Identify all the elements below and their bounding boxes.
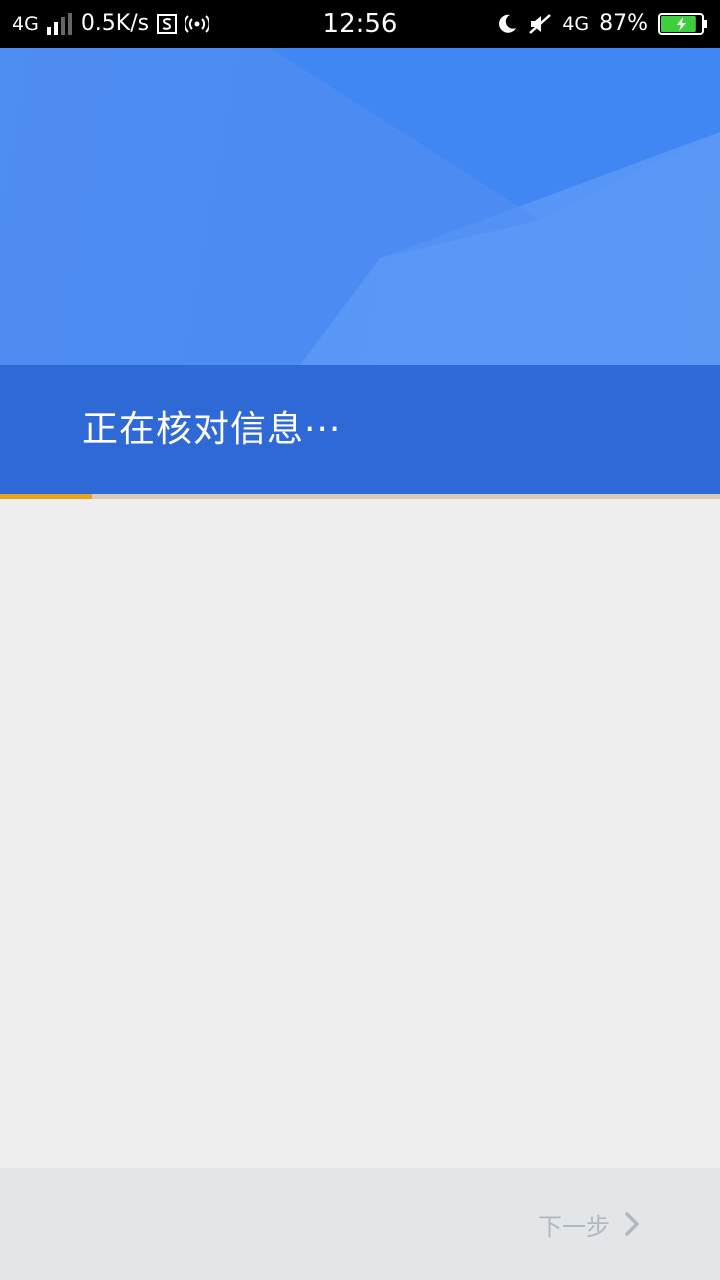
network-type-label: 4G [12,13,39,35]
moon-icon [496,13,518,35]
footer-bar: 下一步 [0,1168,720,1280]
battery-charging-icon [658,13,708,35]
hotspot-icon [185,14,210,34]
network-type-right-label: 4G [562,13,590,35]
mute-icon [528,13,552,35]
next-step-label: 下一步 [538,1212,610,1241]
s-app-icon [157,14,178,34]
battery-percent-label: 87% [599,11,648,36]
signal-icon [46,13,73,35]
verification-status-title: 正在核对信息··· [82,409,342,450]
status-bar-left: 4G 0.5K/s [12,0,210,48]
next-step-button[interactable]: 下一步 [538,1168,640,1280]
chevron-right-icon [624,1212,640,1236]
header-banner: 正在核对信息··· [0,48,720,494]
status-bar-right: 4G 87% [496,0,708,48]
clock-label: 12:56 [322,9,398,39]
content-area [0,499,720,1168]
network-speed-label: 0.5K/s [80,11,150,36]
status-bar: 4G 0.5K/s 12:56 4G 87% [0,0,720,48]
